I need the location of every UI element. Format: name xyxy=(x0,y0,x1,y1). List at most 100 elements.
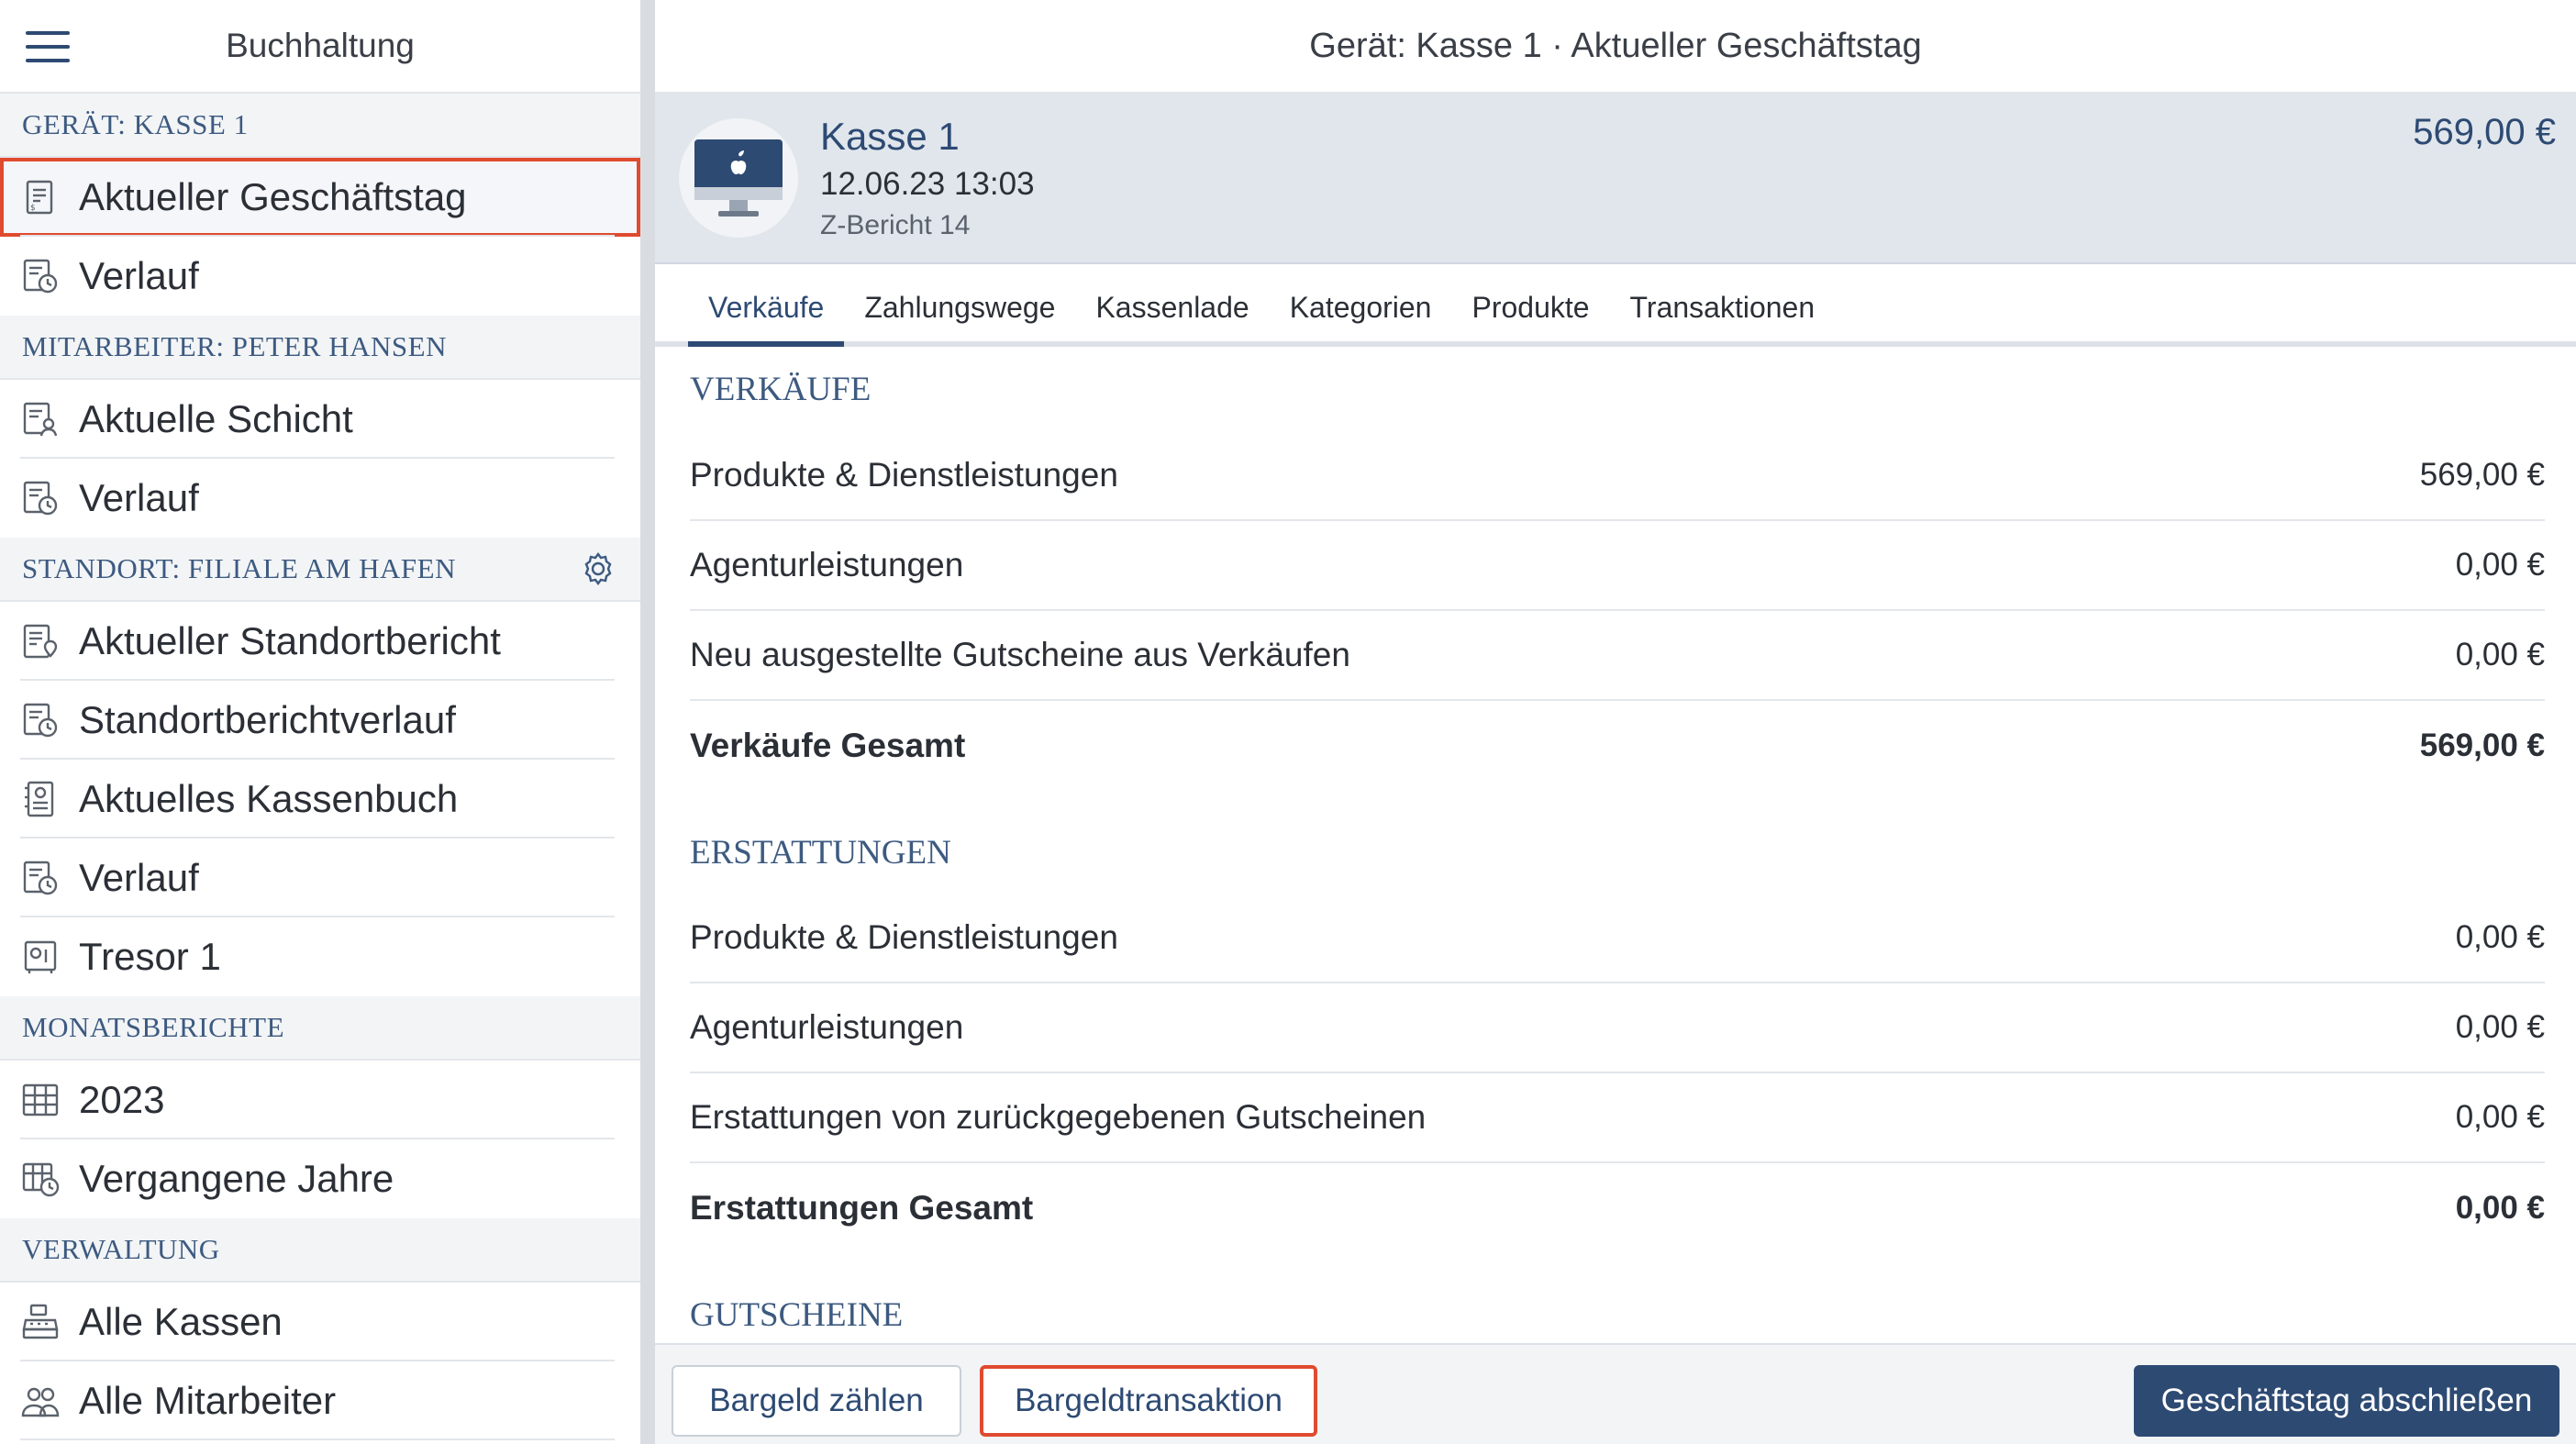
total-label: Erstattungen Gesamt xyxy=(690,1189,1034,1227)
table-row: Agenturleistungen 0,00 € xyxy=(690,983,2545,1073)
row-value: 0,00 € xyxy=(2455,637,2545,672)
total-value: 569,00 € xyxy=(2419,728,2545,763)
table-row: Produkte & Dienstleistungen 0,00 € xyxy=(690,894,2545,983)
users-icon xyxy=(21,1387,60,1417)
table-row: Agenturleistungen 0,00 € xyxy=(690,521,2545,611)
page-title: Gerät: Kasse 1 · Aktueller Geschäftstag xyxy=(1309,26,1922,65)
row-label: Produkte & Dienstleistungen xyxy=(690,456,1118,494)
table-row: Produkte & Dienstleistungen 569,00 € xyxy=(690,431,2545,521)
device-total: 569,00 € xyxy=(2413,112,2556,152)
sidebar-item-label: Alle Mitarbeiter xyxy=(79,1379,337,1422)
group-title-sales: VERKÄUFE xyxy=(690,370,872,408)
tab-categories[interactable]: Kategorien xyxy=(1270,291,1452,341)
tab-bar: Verkäufe Zahlungswege Kassenlade Kategor… xyxy=(655,264,2576,347)
device-date: 12.06.23 13:03 xyxy=(820,166,1035,202)
sidebar-item-label: 2023 xyxy=(79,1078,165,1121)
row-value: 0,00 € xyxy=(2455,1099,2545,1135)
total-label: Verkäufe Gesamt xyxy=(690,727,966,764)
receipt-clock-icon xyxy=(23,481,58,516)
sidebar-item-label: Aktueller Geschäftstag xyxy=(79,175,467,218)
device-avatar xyxy=(679,118,798,238)
sidebar-item-cashbook-history[interactable]: Verlauf xyxy=(0,839,640,917)
cashbook-icon xyxy=(25,781,54,817)
total-row: Erstattungen Gesamt 0,00 € xyxy=(690,1163,2545,1253)
receipt-clock-icon xyxy=(23,259,58,294)
sidebar-item-label: Verlauf xyxy=(79,476,199,519)
calendar-icon xyxy=(22,1083,59,1116)
sidebar-item-label: Aktuelle Schicht xyxy=(79,397,353,440)
section-header-device: GERÄT: KASSE 1 xyxy=(0,94,640,158)
row-label: Erstattungen von zurückgegebenen Gutsche… xyxy=(690,1098,1427,1136)
sidebar-divider xyxy=(640,0,655,1444)
device-info: Kasse 1 12.06.23 13:03 Z-Bericht 14 xyxy=(820,115,1035,241)
section-header-location: STANDORT: FILIALE AM HAFEN xyxy=(0,538,640,602)
tab-sales[interactable]: Verkäufe xyxy=(688,291,845,347)
calendar-clock-icon xyxy=(22,1162,60,1197)
row-value: 0,00 € xyxy=(2455,547,2545,583)
receipt-clock-icon xyxy=(23,703,58,738)
sidebar: Buchhaltung GERÄT: KASSE 1 $ Aktueller G… xyxy=(0,0,640,1444)
row-label: Neu ausgestellte Gutscheine aus Verkäufe… xyxy=(690,636,1350,673)
cash-transaction-button[interactable]: Bargeldtransaktion xyxy=(980,1365,1317,1437)
sidebar-item-label: Aktueller Standortbericht xyxy=(79,619,501,662)
sidebar-item-label: Standortberichtverlauf xyxy=(79,698,456,741)
section-label: STANDORT: FILIALE AM HAFEN xyxy=(22,552,456,584)
row-label: Agenturleistungen xyxy=(690,546,964,583)
count-cash-button[interactable]: Bargeld zählen xyxy=(672,1365,961,1437)
tab-products[interactable]: Produkte xyxy=(1451,291,1609,341)
sidebar-item-device-history[interactable]: Verlauf xyxy=(0,237,640,316)
sidebar-item-all-registers[interactable]: Alle Kassen xyxy=(0,1283,640,1361)
section-label: VERWALTUNG xyxy=(22,1233,220,1265)
sidebar-title: Buchhaltung xyxy=(226,27,415,64)
sidebar-item-label: Tresor 1 xyxy=(79,935,221,978)
sidebar-item-current-shift[interactable]: Aktuelle Schicht xyxy=(0,380,640,459)
sidebar-item-current-business-day[interactable]: $ Aktueller Geschäftstag xyxy=(0,158,640,237)
section-label: MONATSBERICHTE xyxy=(22,1011,285,1043)
close-business-day-button[interactable]: Geschäftstag abschließen xyxy=(2134,1365,2559,1437)
sidebar-item-all-employees[interactable]: Alle Mitarbeiter xyxy=(0,1361,640,1440)
sidebar-item-current-cashbook[interactable]: Aktuelles Kassenbuch xyxy=(0,760,640,839)
sidebar-item-location-report-history[interactable]: Standortberichtverlauf xyxy=(0,681,640,760)
device-card: Kasse 1 12.06.23 13:03 Z-Bericht 14 569,… xyxy=(655,94,2576,264)
section-label: MITARBEITER: PETER HANSEN xyxy=(22,330,447,362)
tab-payment-methods[interactable]: Zahlungswege xyxy=(844,291,1075,341)
total-row: Verkäufe Gesamt 569,00 € xyxy=(690,701,2545,791)
report-content: VERKÄUFE Produkte & Dienstleistungen 569… xyxy=(655,347,2576,1356)
row-value: 569,00 € xyxy=(2419,457,2545,493)
main-header: Gerät: Kasse 1 · Aktueller Geschäftstag xyxy=(655,0,2576,94)
receipt-clock-icon xyxy=(23,861,58,895)
hamburger-menu-icon[interactable] xyxy=(26,31,70,62)
section-header-administration: VERWALTUNG xyxy=(0,1218,640,1283)
sidebar-item-label: Verlauf xyxy=(79,254,199,297)
receipt-icon: $ xyxy=(26,180,53,215)
shift-report-icon xyxy=(23,402,58,437)
device-name: Kasse 1 xyxy=(820,115,960,158)
sidebar-item-label: Alle Kassen xyxy=(79,1300,283,1343)
row-value: 0,00 € xyxy=(2455,919,2545,955)
location-report-icon xyxy=(23,624,58,659)
sidebar-item-label: Verlauf xyxy=(79,856,199,899)
device-report: Z-Bericht 14 xyxy=(820,210,971,240)
cash-register-icon xyxy=(22,1304,59,1339)
gear-icon[interactable] xyxy=(580,550,616,587)
tab-cash-drawer[interactable]: Kassenlade xyxy=(1075,291,1269,341)
group-title-refunds: ERSTATTUNGEN xyxy=(690,833,951,872)
section-header-employee: MITARBEITER: PETER HANSEN xyxy=(0,316,640,380)
row-value: 0,00 € xyxy=(2455,1009,2545,1045)
row-label: Produkte & Dienstleistungen xyxy=(690,918,1118,956)
section-header-monthly-reports: MONATSBERICHTE xyxy=(0,996,640,1061)
sidebar-item-past-years[interactable]: Vergangene Jahre xyxy=(0,1139,640,1218)
table-row: Erstattungen von zurückgegebenen Gutsche… xyxy=(690,1073,2545,1163)
action-footer: Bargeld zählen Bargeldtransaktion Geschä… xyxy=(655,1343,2576,1444)
row-label: Agenturleistungen xyxy=(690,1008,964,1046)
tab-transactions[interactable]: Transaktionen xyxy=(1610,291,1836,341)
main-panel: Gerät: Kasse 1 · Aktueller Geschäftstag … xyxy=(655,0,2576,1444)
sidebar-item-year-2023[interactable]: 2023 xyxy=(0,1061,640,1139)
total-value: 0,00 € xyxy=(2455,1190,2545,1226)
sidebar-item-employee-history[interactable]: Verlauf xyxy=(0,459,640,538)
sidebar-item-safe[interactable]: Tresor 1 xyxy=(0,917,640,996)
sidebar-item-label: Aktuelles Kassenbuch xyxy=(79,777,459,820)
sidebar-item-current-location-report[interactable]: Aktueller Standortbericht xyxy=(0,602,640,681)
